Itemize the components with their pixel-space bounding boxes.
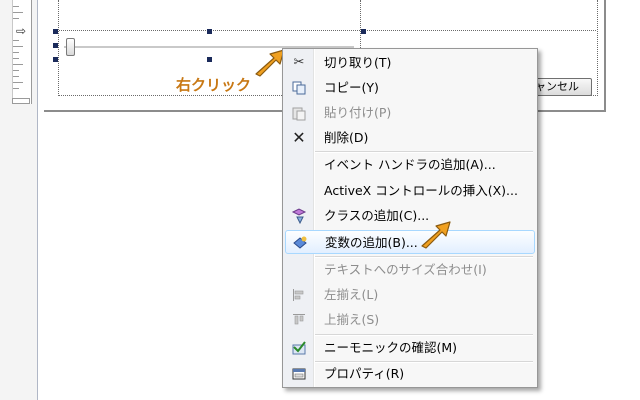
menu-item-label: 切り取り(T) xyxy=(324,55,392,70)
slider-thumb[interactable] xyxy=(66,38,75,56)
menu-item-label: 左揃え(L) xyxy=(324,287,379,302)
context-menu: ✂ 切り取り(T) コピー(Y) 貼り付け(P) ✕ 削除(D) イベント ハン… xyxy=(282,48,538,388)
margin-divider xyxy=(37,0,38,400)
menu-item-label: テキストへのサイズ合わせ(I) xyxy=(324,262,487,277)
menu-item-add-variable[interactable]: 変数の追加(B)... xyxy=(285,230,535,254)
selection-handle[interactable] xyxy=(53,43,58,48)
add-variable-icon xyxy=(292,235,308,251)
menu-item-label: プロパティ(R) xyxy=(324,366,405,381)
add-class-icon xyxy=(291,208,307,225)
menu-item-copy[interactable]: コピー(Y) xyxy=(285,76,535,100)
selection-handle[interactable] xyxy=(207,57,212,62)
delete-icon: ✕ xyxy=(292,128,306,147)
properties-icon xyxy=(291,366,307,382)
menu-item-paste[interactable]: 貼り付け(P) xyxy=(285,101,535,125)
menu-item-add-event-handler[interactable]: イベント ハンドラの追加(A)... xyxy=(285,153,535,177)
menu-item-delete[interactable]: ✕ 削除(D) xyxy=(285,126,535,150)
menu-item-label: クラスの追加(C)... xyxy=(324,208,430,223)
selection-handle[interactable] xyxy=(361,29,366,34)
menu-item-align-left[interactable]: 左揃え(L) xyxy=(285,283,535,307)
ruler-marker-icon[interactable]: ⇨ xyxy=(16,24,26,38)
surface-right-border xyxy=(604,0,606,112)
menu-item-label: 変数の追加(B)... xyxy=(325,235,418,250)
cut-icon: ✂ xyxy=(293,55,305,70)
menu-item-label: 上揃え(S) xyxy=(324,312,380,327)
menu-item-label: ActiveX コントロールの挿入(X)... xyxy=(324,183,518,198)
ruler-base xyxy=(12,98,30,104)
menu-item-cut[interactable]: ✂ 切り取り(T) xyxy=(285,51,535,75)
vertical-ruler xyxy=(12,0,32,104)
paste-icon xyxy=(291,105,307,121)
menu-item-check-mnemonics[interactable]: ニーモニックの確認(M) xyxy=(285,336,535,360)
menu-item-label: 削除(D) xyxy=(324,130,369,145)
copy-icon xyxy=(291,80,307,96)
selection-handle[interactable] xyxy=(53,29,58,34)
menu-item-label: コピー(Y) xyxy=(324,80,379,95)
cancel-button[interactable]: ャンセル xyxy=(530,78,592,96)
menu-item-add-class[interactable]: クラスの追加(C)... xyxy=(285,204,535,228)
align-top-icon xyxy=(291,312,307,328)
selection-handle[interactable] xyxy=(53,57,58,62)
align-left-icon xyxy=(291,287,307,303)
check-mnemonics-icon xyxy=(291,340,307,356)
menu-item-label: ニーモニックの確認(M) xyxy=(324,340,458,355)
menu-item-properties[interactable]: プロパティ(R) xyxy=(285,362,535,386)
right-click-annotation: 右クリック xyxy=(176,76,252,94)
menu-item-size-to-content[interactable]: テキストへのサイズ合わせ(I) xyxy=(285,258,535,282)
menu-item-insert-activex[interactable]: ActiveX コントロールの挿入(X)... xyxy=(285,179,535,203)
guide-line-horizontal xyxy=(56,30,596,31)
selection-handle[interactable] xyxy=(207,29,212,34)
menu-item-label: イベント ハンドラの追加(A)... xyxy=(324,157,496,172)
annotation-arrow-icon xyxy=(421,221,451,249)
menu-item-label: 貼り付け(P) xyxy=(324,105,392,120)
menu-item-align-top[interactable]: 上揃え(S) xyxy=(285,308,535,332)
